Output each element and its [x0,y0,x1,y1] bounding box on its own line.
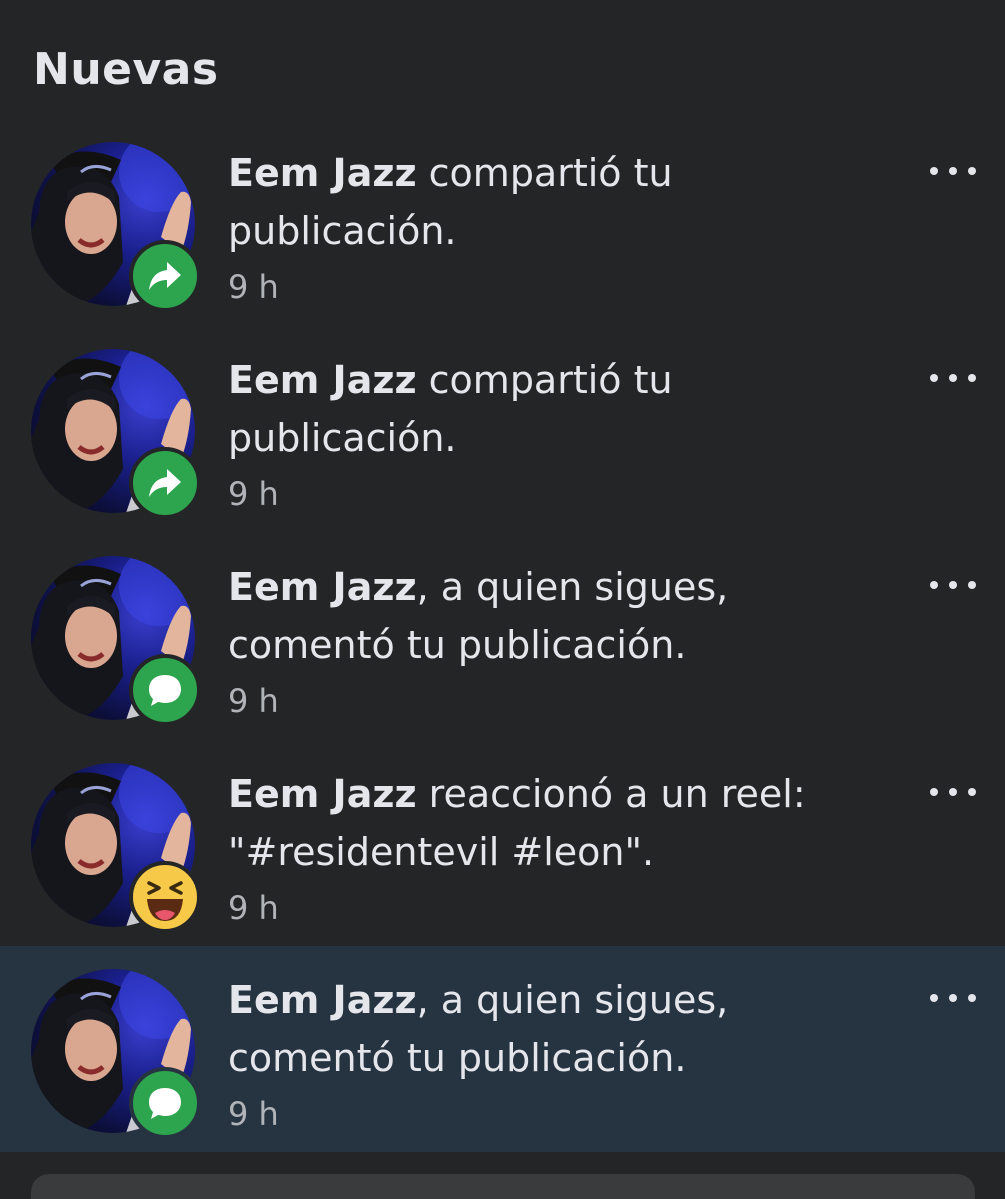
notification-text: Eem Jazz, a quien sigues, comentó tu pub… [228,971,888,1087]
share-icon [129,240,201,312]
share-icon [129,447,201,519]
actor-name[interactable]: Eem Jazz [228,151,417,195]
notification-time: 9 h [228,268,279,306]
notification-time: 9 h [228,475,279,513]
actor-name[interactable]: Eem Jazz [228,978,417,1022]
haha-reaction-icon [129,861,201,933]
notification-text: Eem Jazz reaccionó a un reel: "#resident… [228,765,888,881]
notification-item[interactable]: Eem Jazz compartió tu publicación. 9 h [0,142,1005,348]
actor-name[interactable]: Eem Jazz [228,358,417,402]
notifications-page: Nuevas Eem Jazz compartió tu publicación… [0,0,1005,1199]
notification-item-unread[interactable]: Eem Jazz, a quien sigues, comentó tu pub… [0,946,1005,1152]
notification-time: 9 h [228,1095,279,1133]
section-title: Nuevas [33,44,219,95]
notification-item[interactable]: Eem Jazz, a quien sigues, comentó tu pub… [0,556,1005,762]
notification-item[interactable]: Eem Jazz compartió tu publicación. 9 h [0,349,1005,555]
notification-text: Eem Jazz compartió tu publicación. [228,144,888,260]
more-options-button[interactable] [930,777,976,807]
see-previous-button[interactable] [31,1174,975,1199]
more-options-button[interactable] [930,156,976,186]
more-options-button[interactable] [930,983,976,1013]
notification-time: 9 h [228,889,279,927]
actor-name[interactable]: Eem Jazz [228,772,417,816]
more-options-button[interactable] [930,570,976,600]
comment-icon [129,654,201,726]
notification-item[interactable]: Eem Jazz reaccionó a un reel: "#resident… [0,763,1005,969]
actor-name[interactable]: Eem Jazz [228,565,417,609]
comment-icon [129,1067,201,1139]
notification-text: Eem Jazz compartió tu publicación. [228,351,888,467]
notification-time: 9 h [228,682,279,720]
more-options-button[interactable] [930,363,976,393]
notification-text: Eem Jazz, a quien sigues, comentó tu pub… [228,558,888,674]
